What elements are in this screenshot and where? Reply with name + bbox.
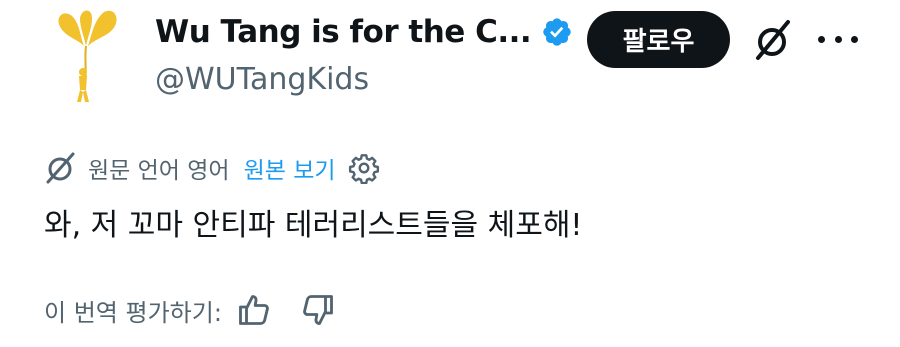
thumbs-up-icon[interactable]: [236, 292, 272, 328]
more-options-icon[interactable]: [818, 24, 858, 54]
thumbs-down-icon[interactable]: [300, 292, 336, 328]
verified-badge-icon: [543, 18, 571, 46]
grok-button[interactable]: [752, 18, 794, 62]
tweet-text: 와, 저 꼬마 안티파 테러리스트들을 체포해!: [44, 208, 583, 243]
grok-icon: [756, 20, 790, 60]
follow-button[interactable]: 팔로우: [587, 11, 730, 68]
tweet-header: Wu Tang is for the C... @WUTangKids 팔로우: [0, 0, 900, 120]
more-dot: [834, 35, 842, 43]
display-name[interactable]: Wu Tang is for the C...: [155, 14, 532, 50]
grok-translate-icon: [46, 152, 75, 184]
user-handle[interactable]: @WUTangKids: [155, 62, 369, 97]
rate-translation-bar: 이 번역 평가하기:: [44, 288, 336, 332]
balloon-flower-icon: [58, 10, 117, 102]
more-dot: [818, 35, 825, 43]
avatar[interactable]: [50, 6, 122, 106]
more-dot: [851, 35, 858, 43]
settings-gear-icon[interactable]: [348, 152, 380, 184]
show-original-link[interactable]: 원본 보기: [244, 151, 336, 185]
translation-bar: 원문 언어 영어 원본 보기: [44, 148, 380, 188]
name-row: Wu Tang is for the C...: [155, 14, 573, 50]
rate-translation-label: 이 번역 평가하기:: [44, 298, 222, 327]
translated-from-label: 원문 언어 영어: [88, 158, 230, 184]
